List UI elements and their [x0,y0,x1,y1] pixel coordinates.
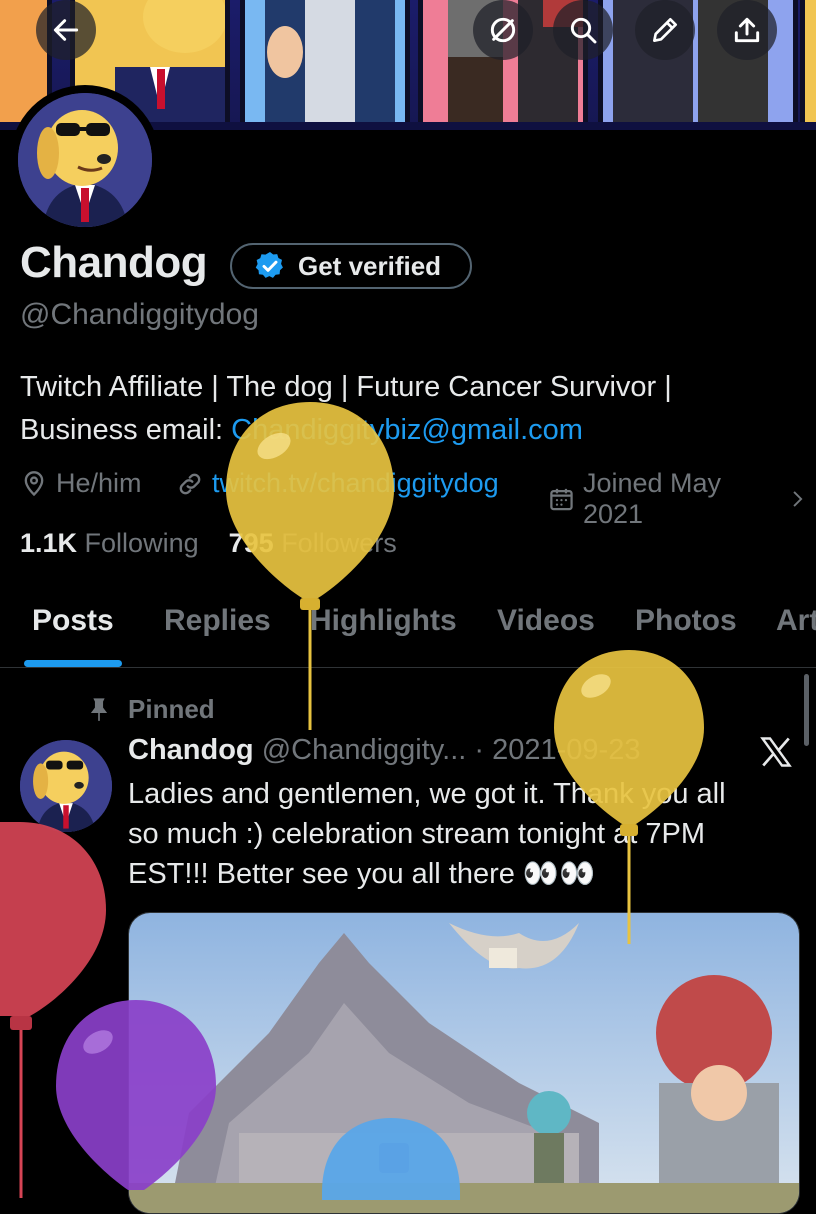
profile-bio: Twitch Affiliate | The dog | Future Canc… [20,366,800,452]
tab-videos[interactable]: Videos [497,604,595,638]
share-button[interactable] [717,0,777,60]
banner-panel [240,0,410,130]
search-button[interactable] [553,0,613,60]
share-icon [734,17,760,43]
verified-badge-icon [255,252,283,278]
back-button[interactable] [36,0,96,60]
post-author-name[interactable]: Chandog [128,734,254,766]
pin-icon [90,698,108,721]
pronouns: He/him [20,468,142,499]
circle-slash-icon [490,17,516,43]
profile-handle: @Chandiggitydog [20,298,259,331]
yellow-balloon [554,650,704,944]
calendar-icon [550,488,573,511]
active-tab-indicator [24,660,122,667]
profile-avatar[interactable] [10,85,160,235]
post-author-handle[interactable]: @Chandiggity... [254,734,467,766]
post-media-image[interactable] [128,912,800,1214]
bio-line: Twitch Affiliate | The dog | Future Canc… [20,371,672,403]
grok-button[interactable] [473,0,533,60]
bio-line: Business email: Chandiggitybiz@gmail.com [20,414,583,446]
get-verified-label: Get verified [298,250,442,281]
scrollbar[interactable] [804,674,809,746]
joined-date: Joined May 2021 [548,468,816,530]
purple-balloon [56,1000,216,1190]
banner-panel [800,0,816,130]
fantasy-castle-illustration [129,913,799,1213]
pencil-icon [653,18,677,42]
tab-posts[interactable]: Posts [32,604,114,638]
blue-balloon [322,1118,460,1200]
arrow-left-icon [53,19,79,41]
dog-avatar-art [18,93,152,227]
tab-art[interactable]: Art [776,604,816,638]
search-icon [570,17,597,44]
yellow-balloon [226,402,394,730]
profile-name: Chandog [20,238,208,287]
pinned-label: Pinned [128,694,215,724]
tab-photos[interactable]: Photos [635,604,737,638]
get-verified-button[interactable]: Get verified [230,243,472,289]
chevron-right-icon[interactable] [787,488,808,510]
x-logo-icon [760,737,792,767]
location-pin-icon [24,470,44,496]
link-icon [179,473,201,494]
following-link[interactable]: 1.1K Following [20,528,199,558]
edit-button[interactable] [635,0,695,60]
